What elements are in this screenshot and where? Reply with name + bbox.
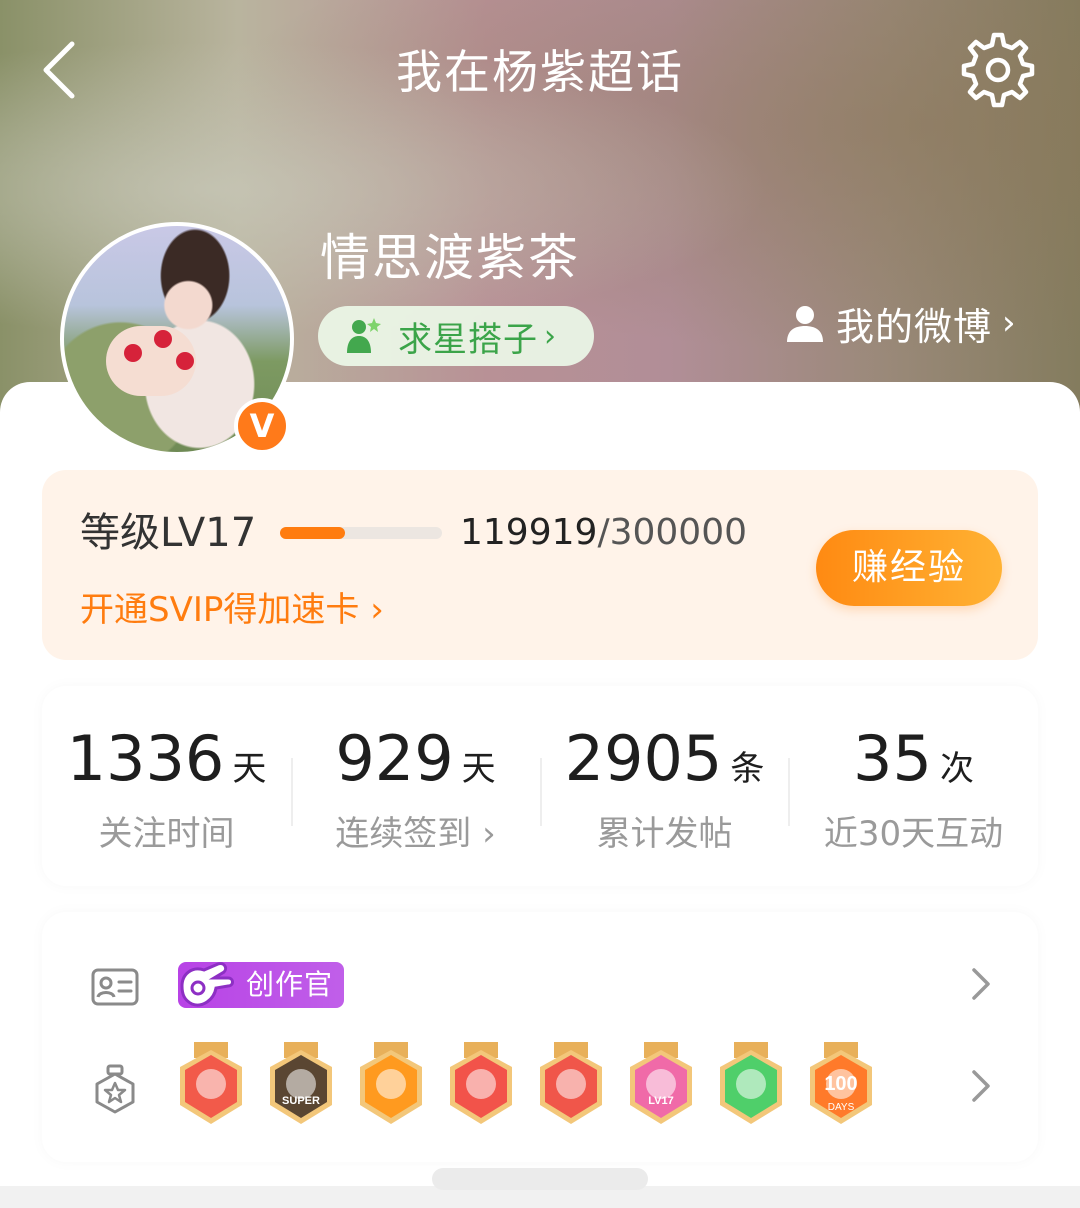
chevron-left-icon [43, 41, 75, 99]
back-button[interactable] [34, 36, 94, 104]
username: 情思渡紫茶 [320, 229, 580, 287]
stat-value: 2905 [564, 722, 723, 795]
cartoon-dog-medal-icon [180, 1042, 242, 1124]
find-partner-button[interactable]: 求星搭子 › [318, 306, 594, 366]
stat-unit: 天 [461, 749, 496, 789]
stat-follow-time: 1336 天 关注时间 [42, 722, 291, 856]
stat-unit: 条 [730, 749, 765, 789]
experience-separator: / [597, 512, 610, 553]
id-card-icon [91, 968, 139, 1006]
stat-value: 35 [853, 722, 932, 795]
settings-button[interactable] [958, 30, 1038, 110]
experience-max: 300000 [609, 512, 748, 553]
avatar-photo-detail [124, 344, 142, 362]
chevron-right-icon: › [1002, 303, 1016, 343]
page-title: 我在杨紫超话 [396, 45, 684, 99]
badges-card: 创作官 SUPER LV17 100 DAYS [42, 912, 1038, 1162]
stat-value: 1336 [66, 722, 225, 795]
experience-current: 119919 [460, 512, 598, 553]
avatar-photo-detail [176, 352, 194, 370]
chevron-right-icon[interactable] [968, 964, 994, 1004]
stat-label: 累计发帖 [596, 814, 733, 854]
lv17-medal-icon: LV17 [630, 1042, 692, 1124]
gear-icon [961, 32, 1035, 108]
svip-accelerate-link[interactable]: 开通SVIP得加速卡 › [80, 588, 384, 632]
stat-total-posts: 2905 条 累计发帖 [540, 722, 789, 856]
svip-link-label: 开通SVIP得加速卡 [80, 590, 360, 630]
medal-icon [95, 1064, 135, 1114]
chevron-right-icon: › [370, 590, 384, 630]
stat-recent-interactions: 35 次 近30天互动 [789, 722, 1038, 856]
cartoon-dog-medal-icon [450, 1042, 512, 1124]
stat-value: 929 [335, 722, 454, 795]
stat-label: 关注时间 [98, 814, 235, 854]
experience-progress-text: 119919/300000 [460, 510, 747, 556]
level-card: 等级LV17 119919/300000 开通SVIP得加速卡 › 赚经验 [42, 470, 1038, 660]
level-progress-fill [280, 527, 345, 539]
dragon-medal-icon [540, 1042, 602, 1124]
super-medal-icon: SUPER [270, 1042, 332, 1124]
star-person-icon [347, 318, 381, 353]
my-weibo-link[interactable]: 我的微博 › [784, 298, 1016, 349]
verified-badge: V [234, 398, 290, 454]
find-partner-label: 求星搭子 [398, 319, 538, 360]
my-weibo-label: 我的微博 [836, 304, 993, 349]
chevron-right-icon: › [471, 814, 496, 854]
medal-list[interactable]: SUPER LV17 100 DAYS [172, 912, 904, 1162]
stat-checkin-streak[interactable]: 929 天 连续签到 › [291, 722, 540, 856]
medal-text: 100 [824, 1073, 857, 1095]
stats-card: 1336 天 关注时间 929 天 连续签到 › 2905 条 累计发帖 35 次 近3… [42, 686, 1038, 886]
chevron-right-icon[interactable] [968, 1066, 994, 1106]
home-indicator [432, 1168, 648, 1190]
medal-text: LV17 [648, 1095, 673, 1107]
crown-medal-icon [360, 1042, 422, 1124]
earn-experience-button[interactable]: 赚经验 [816, 530, 1002, 606]
person-icon [787, 306, 823, 342]
level-label: 等级LV17 [80, 510, 257, 556]
stat-unit: 天 [232, 749, 267, 789]
hand-medal-icon [720, 1042, 782, 1124]
stat-label: 连续签到 [335, 814, 472, 854]
medal-text: SUPER [282, 1095, 320, 1107]
chevron-right-icon: › [544, 318, 556, 354]
100-days-medal-icon: 100 DAYS [810, 1042, 872, 1124]
stat-unit: 次 [939, 749, 974, 789]
avatar-photo-detail [154, 330, 172, 348]
stat-label: 近30天互动 [823, 814, 1004, 854]
medal-subtext: DAYS [828, 1102, 855, 1113]
level-progress-bar [280, 527, 442, 539]
